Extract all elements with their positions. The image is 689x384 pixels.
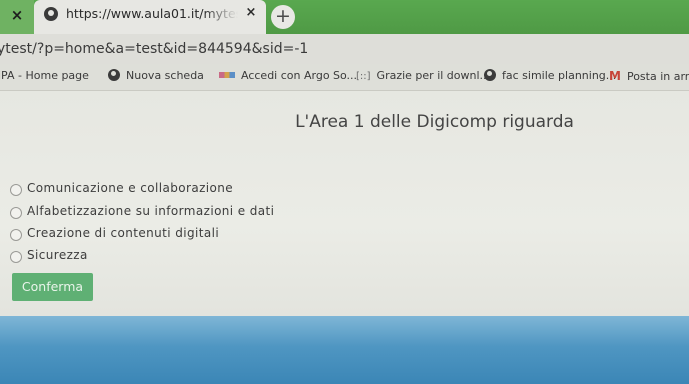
bookmark-label: Posta in arrivo bbox=[626, 70, 689, 83]
bookmark-fac-simile[interactable]: fac simile planning... bbox=[484, 69, 616, 82]
globe-icon bbox=[44, 7, 58, 21]
bookmark-grazie-download[interactable]: [::] Grazie per il downl... bbox=[356, 69, 490, 82]
gmail-icon: M bbox=[609, 69, 621, 83]
bookmark-label: fac simile planning... bbox=[502, 69, 617, 82]
bookmark-nuova-scheda[interactable]: Nuova scheda bbox=[108, 69, 204, 82]
question-text: L'Area 1 delle Digicomp riguarda bbox=[295, 112, 574, 132]
document-icon: [::] bbox=[356, 71, 371, 82]
active-tab[interactable]: https://www.aula01.it/mytest/?p × bbox=[34, 0, 266, 34]
option-label: Sicurezza bbox=[27, 248, 88, 262]
tab-title: https://www.aula01.it/mytest/?p bbox=[66, 6, 238, 21]
argo-icon bbox=[219, 72, 235, 78]
radio-button[interactable] bbox=[10, 184, 22, 196]
option-label: Creazione di contenuti digitali bbox=[27, 226, 220, 240]
bookmark-label: iPA - Home page bbox=[0, 69, 89, 82]
bookmark-posta[interactable]: M Posta in arrivo bbox=[609, 69, 689, 83]
bookmark-label: Nuova scheda bbox=[126, 69, 204, 82]
bookmark-label: Grazie per il downl... bbox=[376, 69, 491, 82]
bookmark-ipa-home[interactable]: iPA - Home page bbox=[0, 69, 89, 82]
previous-tab-close-button[interactable]: × bbox=[0, 0, 34, 34]
radio-button[interactable] bbox=[10, 229, 22, 241]
address-bar[interactable]: ytest/?p=home&a=test&id=844594&sid=-1 bbox=[0, 34, 689, 64]
url-text[interactable]: ytest/?p=home&a=test&id=844594&sid=-1 bbox=[0, 41, 308, 57]
radio-button[interactable] bbox=[10, 207, 22, 219]
bookmarks-bar: iPA - Home page Nuova scheda Accedi con … bbox=[0, 64, 689, 91]
option-label: Comunicazione e collaborazione bbox=[27, 181, 234, 195]
globe-icon bbox=[484, 69, 496, 81]
quiz-page: L'Area 1 delle Digicomp riguarda Comunic… bbox=[0, 91, 689, 316]
new-tab-button[interactable]: + bbox=[271, 5, 295, 29]
confirm-button[interactable]: Conferma bbox=[12, 273, 93, 301]
tab-close-button[interactable]: × bbox=[242, 4, 260, 22]
bookmark-argo[interactable]: Accedi con Argo So... bbox=[219, 69, 357, 82]
tab-strip: × https://www.aula01.it/mytest/?p × + bbox=[0, 0, 689, 34]
option-label: Alfabetizzazione su informazioni e dati bbox=[27, 204, 275, 218]
bookmark-label: Accedi con Argo So... bbox=[241, 69, 358, 82]
radio-button[interactable] bbox=[10, 251, 22, 263]
globe-icon bbox=[108, 69, 120, 81]
desktop-background bbox=[0, 316, 689, 384]
